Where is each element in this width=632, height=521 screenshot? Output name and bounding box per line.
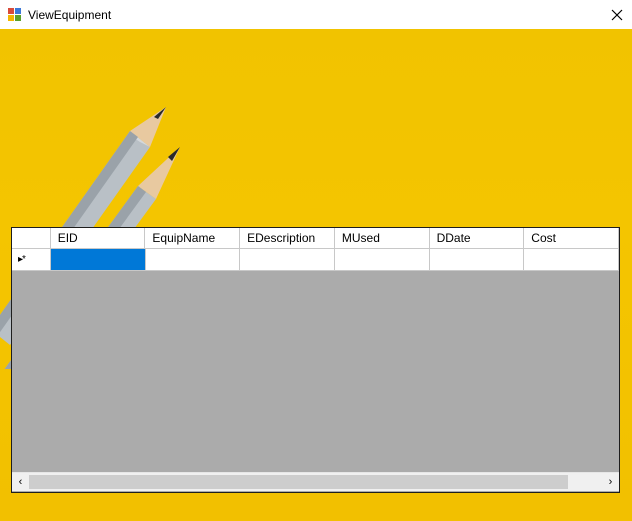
chevron-left-icon: ‹ [18, 476, 23, 488]
column-header-equipname[interactable]: EquipName [145, 228, 241, 248]
window-title: ViewEquipment [28, 7, 112, 22]
form-background: EID EquipName EDescription MUsed DDate C… [0, 29, 632, 521]
cell-mused[interactable] [335, 249, 430, 270]
new-row-indicator[interactable]: ▸* [12, 249, 52, 270]
horizontal-scrollbar[interactable]: ‹ › [12, 472, 619, 491]
column-header-eid[interactable]: EID [51, 228, 146, 248]
scrollbar-thumb[interactable] [29, 475, 568, 489]
equipment-grid[interactable]: EID EquipName EDescription MUsed DDate C… [11, 227, 620, 493]
close-button[interactable] [602, 0, 632, 29]
column-header-edescription[interactable]: EDescription [240, 228, 335, 248]
column-header-ddate[interactable]: DDate [430, 228, 525, 248]
table-row[interactable]: ▸* [12, 249, 619, 271]
top-left-header-cell[interactable] [12, 228, 51, 248]
scroll-right-button[interactable]: › [602, 473, 619, 491]
column-header-row: EID EquipName EDescription MUsed DDate C… [12, 228, 619, 249]
cell-cost[interactable] [524, 249, 619, 270]
title-bar: ViewEquipment [0, 0, 632, 29]
cell-edescription[interactable] [240, 249, 335, 270]
cell-eid[interactable] [51, 249, 146, 270]
scrollbar-track[interactable] [29, 473, 602, 491]
chevron-right-icon: › [608, 476, 613, 488]
form-icon[interactable] [8, 7, 22, 22]
close-icon [611, 9, 623, 20]
cell-equipname[interactable] [146, 249, 241, 270]
scroll-left-button[interactable]: ‹ [12, 473, 29, 491]
cell-ddate[interactable] [430, 249, 525, 270]
column-header-mused[interactable]: MUsed [335, 228, 430, 248]
column-header-cost[interactable]: Cost [524, 228, 619, 248]
